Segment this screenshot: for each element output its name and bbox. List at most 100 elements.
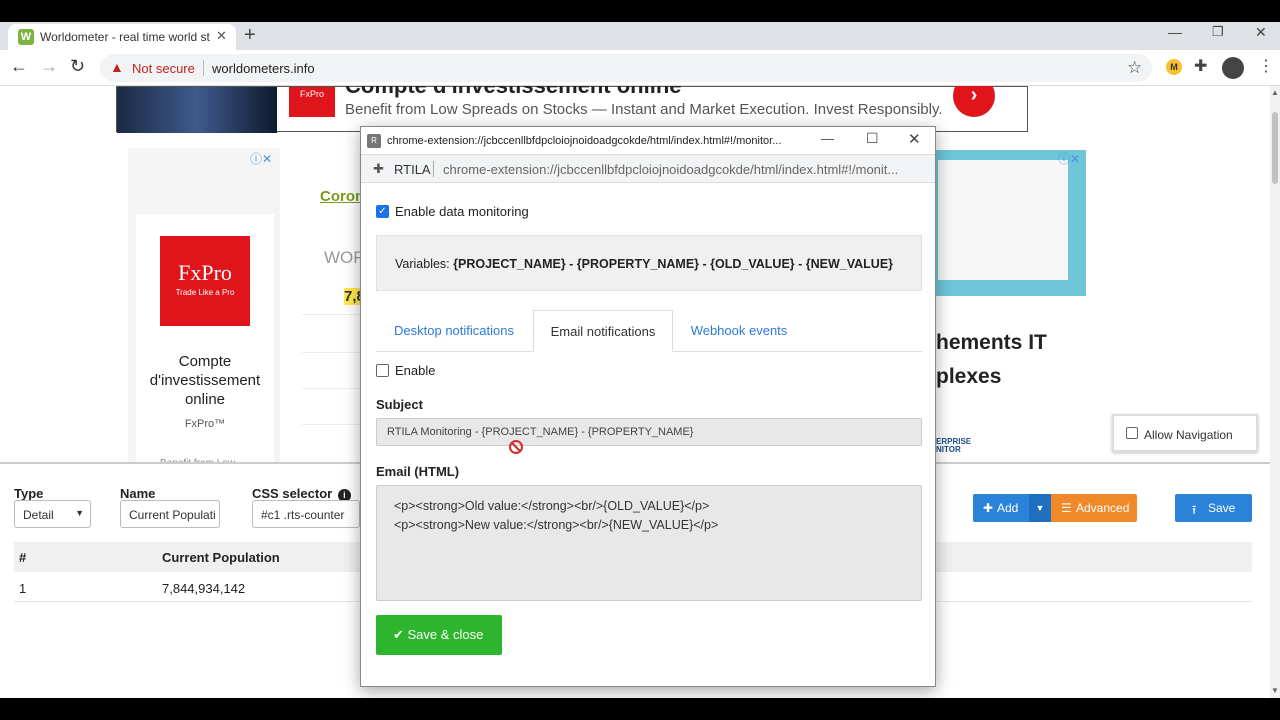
column-header-current-population: Current Population [162, 550, 280, 565]
popup-window-title: chrome-extension://jcbccenllbfdpcloiojno… [387, 135, 782, 147]
url-text[interactable]: worldometers.info [212, 61, 315, 76]
worldometer-favicon-icon: W [18, 29, 34, 45]
right-ad-logo-line-2: NITOR [936, 445, 961, 454]
save-close-text: Save & close [407, 627, 484, 642]
save-button-label: Save [1208, 501, 1236, 515]
ad-title: Compte d'investissement online [345, 86, 682, 99]
save-button[interactable]: ⭱ Save [1175, 494, 1252, 522]
new-tab-icon[interactable]: + [244, 24, 256, 47]
upload-icon: ⭱ [1192, 503, 1197, 517]
address-bar[interactable]: ▲ Not secure worldometers.info ☆ [100, 54, 1152, 82]
email-html-textarea[interactable]: <p><strong>Old value:</strong><br/>{OLD_… [376, 485, 922, 601]
coronavirus-link[interactable]: Coron [320, 188, 364, 205]
extensions-puzzle-icon[interactable]: ✚ [1194, 56, 1207, 76]
popup-close-icon[interactable]: ✕ [908, 130, 921, 148]
warning-icon: ▲ [110, 59, 124, 75]
reload-icon[interactable]: ↻ [70, 56, 85, 77]
email-html-label: Email (HTML) [376, 464, 460, 479]
side-ad-brand: FxPro™ [184, 418, 226, 430]
bookmark-star-icon[interactable]: ☆ [1127, 58, 1142, 78]
fxpro-logo-name: FxPro [178, 260, 232, 285]
table-cell: 7,844,934,142 [162, 581, 246, 596]
ad-info-close-icon[interactable]: ⓘ✕ [250, 150, 272, 167]
forward-icon[interactable]: → [40, 56, 58, 77]
window-minimize-icon[interactable]: — [1168, 24, 1182, 40]
scroll-down-icon[interactable]: ▼ [1271, 686, 1279, 695]
table-cell: 1 [19, 581, 27, 596]
type-select[interactable]: Detail ▼ [14, 500, 91, 528]
allow-navigation-checkbox[interactable] [1126, 427, 1138, 439]
fxpro-ad-logo: FxPro [289, 87, 335, 117]
page-scrollbar[interactable]: ▲ ▼ [1270, 86, 1280, 698]
ad-image [117, 87, 277, 133]
not-allowed-cursor-icon [509, 440, 523, 454]
add-dropdown-chevron-icon[interactable]: ▼ [1029, 494, 1051, 522]
add-button-label: Add [997, 501, 1019, 515]
extension-icon[interactable]: M [1166, 59, 1182, 75]
tab-webhook-events[interactable]: Webhook events [674, 310, 804, 352]
advanced-button-label: Advanced [1076, 501, 1130, 515]
rtila-app-icon: R [367, 134, 381, 148]
variables-box: Variables: {PROJECT_NAME} - {PROPERTY_NA… [376, 235, 922, 291]
right-ad-info-close-icon[interactable]: ⓘ✕ [1058, 150, 1080, 167]
window-close-icon[interactable]: ✕ [1255, 24, 1267, 41]
name-label: Name [120, 486, 156, 501]
email-html-line: <p><strong>New value:</strong><br/>{NEW_… [394, 518, 719, 532]
subject-input[interactable]: RTILA Monitoring - {PROJECT_NAME} - {PRO… [376, 418, 922, 446]
variables-value: {PROJECT_NAME} - {PROPERTY_NAME} - {OLD_… [453, 257, 894, 271]
popup-url: chrome-extension://jcbccenllbfdpcloiojno… [443, 162, 899, 177]
right-ad-image[interactable] [936, 150, 1086, 296]
dashboard-screenshot [938, 160, 1068, 280]
browser-tab[interactable]: W Worldometer - real time world st ✕ [8, 24, 236, 50]
browser-toolbar: ← → ↻ ▲ Not secure worldometers.info ☆ M… [0, 50, 1280, 86]
popup-maximize-icon[interactable]: ☐ [866, 130, 879, 147]
back-icon[interactable]: ← [10, 56, 28, 77]
type-label: Type [14, 486, 44, 501]
divider [302, 388, 362, 389]
popup-url-separator [433, 161, 434, 177]
advanced-button[interactable]: ☰ Advanced [1051, 494, 1137, 522]
tab-email-notifications[interactable]: Email notifications [533, 310, 673, 352]
right-ad-line-2: plexes [936, 365, 1002, 388]
window-restore-icon[interactable]: ❐ [1212, 24, 1224, 40]
menu-kebab-icon[interactable]: ⋮ [1258, 56, 1274, 76]
enable-monitoring-label: Enable data monitoring [395, 204, 529, 219]
notification-tabs: Desktop notifications Email notification… [376, 310, 922, 352]
divider [302, 424, 362, 425]
name-input[interactable]: Current Populati [120, 500, 220, 528]
enable-email-checkbox[interactable] [376, 364, 389, 377]
allow-navigation-toggle[interactable]: Allow Navigation [1112, 414, 1258, 452]
save-close-label: ✔ Save & close [393, 627, 484, 642]
css-selector-input[interactable]: #c1 .rts-counter [252, 500, 360, 528]
css-selector-label-text: CSS selector [252, 486, 333, 501]
email-html-line: <p><strong>Old value:</strong><br/>{OLD_… [394, 499, 710, 513]
list-icon: ☰ [1061, 501, 1072, 515]
side-ad-card: FxPro Trade Like a Pro Compte d'investis… [136, 214, 274, 474]
popup-minimize-icon[interactable]: — [821, 131, 834, 146]
allow-navigation-label: Allow Navigation [1144, 428, 1233, 442]
tab-close-icon[interactable]: ✕ [216, 28, 227, 44]
right-ad-logo: ERPRISE NITOR [936, 438, 971, 454]
fxpro-logo: FxPro Trade Like a Pro [160, 236, 250, 326]
tab-title: Worldometer - real time world st [40, 30, 210, 44]
tab-desktop-notifications[interactable]: Desktop notifications [376, 310, 532, 352]
not-secure-label[interactable]: Not secure [132, 61, 195, 76]
variables-text: Variables: {PROJECT_NAME} - {PROPERTY_NA… [395, 257, 893, 271]
browser-tabstrip: W Worldometer - real time world st ✕ + —… [0, 22, 1280, 50]
scroll-up-icon[interactable]: ▲ [1271, 88, 1279, 97]
profile-avatar[interactable] [1222, 57, 1244, 79]
save-close-button[interactable]: ✔ Save & close [376, 615, 502, 655]
side-ad-title: Compte d'investissement online [149, 353, 261, 408]
screen: W Worldometer - real time world st ✕ + —… [0, 0, 1280, 720]
scroll-thumb[interactable] [1272, 112, 1278, 184]
right-ad-line-1: hements IT [936, 331, 1047, 354]
rtila-monitor-popup: R chrome-extension://jcbccenllbfdpcloioj… [360, 126, 936, 687]
side-ad[interactable]: ⓘ✕ FxPro Trade Like a Pro Compte d'inves… [128, 148, 280, 474]
type-select-value: Detail [23, 508, 54, 522]
variables-label: Variables: [395, 257, 450, 271]
fxpro-logo-tagline: Trade Like a Pro [175, 288, 235, 297]
subject-label: Subject [376, 397, 423, 412]
ad-arrow-icon[interactable]: › [953, 86, 995, 117]
popup-titlebar[interactable]: R chrome-extension://jcbccenllbfdpcloioj… [361, 127, 935, 155]
enable-monitoring-checkbox[interactable]: ✓ [376, 205, 389, 218]
